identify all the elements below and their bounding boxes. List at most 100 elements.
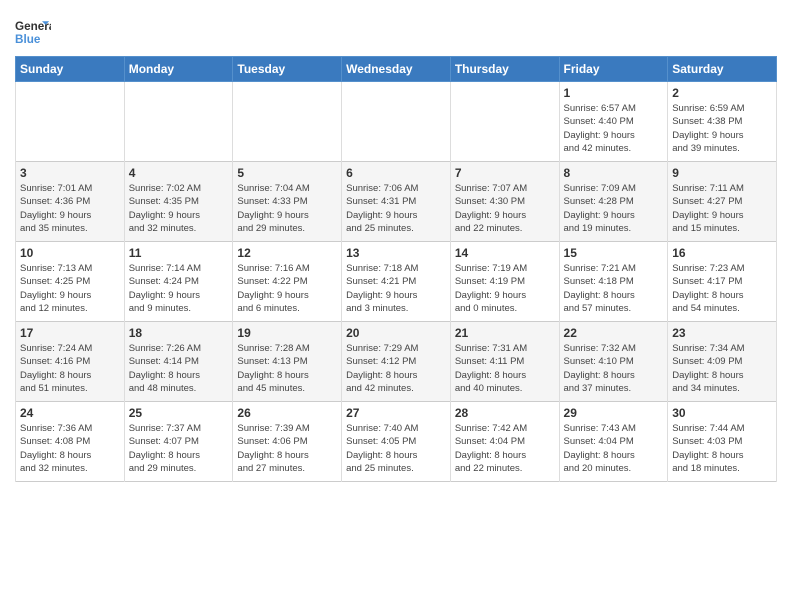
day-cell: 13Sunrise: 7:18 AM Sunset: 4:21 PM Dayli… [342, 242, 451, 322]
day-number: 6 [346, 166, 446, 180]
day-info: Sunrise: 7:40 AM Sunset: 4:05 PM Dayligh… [346, 422, 446, 475]
day-cell: 23 Sunrise: 7:34 AM Sunset: 4:09 PM Dayli… [668, 322, 777, 402]
day-info: Sunrise: 7:36 AM Sunset: 4:08 PM Dayligh… [20, 422, 120, 475]
day-cell: 10 Sunrise: 7:13 AM Sunset: 4:25 PM Dayli… [16, 242, 125, 322]
day-info: Sunrise: 7:19 AM Sunset: 4:19 PM Dayligh… [455, 262, 555, 315]
day-info: Sunrise: 7:43 AM Sunset: 4:04 PM Dayligh… [564, 422, 664, 475]
logo: General Blue [15, 14, 55, 50]
day-number: 3 [20, 166, 120, 180]
calendar-table: SundayMondayTuesdayWednesdayThursdayFrid… [15, 56, 777, 482]
day-number: 25 [129, 406, 229, 420]
day-number: 23 [672, 326, 772, 340]
day-cell: 29 Sunrise: 7:43 AM Sunset: 4:04 PM Dayli… [559, 402, 668, 482]
day-cell [233, 82, 342, 162]
day-cell: 24 Sunrise: 7:36 AM Sunset: 4:08 PM Dayli… [16, 402, 125, 482]
day-info: Sunrise: 7:07 AM Sunset: 4:30 PM Dayligh… [455, 182, 555, 235]
week-row-4: 17Sunrise: 7:24 AM Sunset: 4:16 PM Dayli… [16, 322, 777, 402]
day-info: Sunrise: 7:37 AM Sunset: 4:07 PM Dayligh… [129, 422, 229, 475]
day-cell: 19Sunrise: 7:28 AM Sunset: 4:13 PM Dayli… [233, 322, 342, 402]
day-info: Sunrise: 7:18 AM Sunset: 4:21 PM Dayligh… [346, 262, 446, 315]
day-cell: 8Sunrise: 7:09 AM Sunset: 4:28 PM Daylig… [559, 162, 668, 242]
col-header-tuesday: Tuesday [233, 57, 342, 82]
header: General Blue [15, 10, 777, 50]
day-number: 28 [455, 406, 555, 420]
day-number: 11 [129, 246, 229, 260]
day-cell: 4 Sunrise: 7:02 AM Sunset: 4:35 PM Daylig… [124, 162, 233, 242]
day-cell: 26 Sunrise: 7:39 AM Sunset: 4:06 PM Dayli… [233, 402, 342, 482]
day-number: 16 [672, 246, 772, 260]
day-number: 9 [672, 166, 772, 180]
day-cell: 9Sunrise: 7:11 AM Sunset: 4:27 PM Daylig… [668, 162, 777, 242]
day-number: 8 [564, 166, 664, 180]
day-number: 2 [672, 86, 772, 100]
day-cell: 22 Sunrise: 7:32 AM Sunset: 4:10 PM Dayli… [559, 322, 668, 402]
col-header-thursday: Thursday [450, 57, 559, 82]
day-cell: 7 Sunrise: 7:07 AM Sunset: 4:30 PM Daylig… [450, 162, 559, 242]
col-header-sunday: Sunday [16, 57, 125, 82]
day-cell: 28 Sunrise: 7:42 AM Sunset: 4:04 PM Dayli… [450, 402, 559, 482]
day-info: Sunrise: 7:21 AM Sunset: 4:18 PM Dayligh… [564, 262, 664, 315]
day-number: 21 [455, 326, 555, 340]
day-number: 4 [129, 166, 229, 180]
day-cell: 17Sunrise: 7:24 AM Sunset: 4:16 PM Dayli… [16, 322, 125, 402]
day-cell: 15 Sunrise: 7:21 AM Sunset: 4:18 PM Dayli… [559, 242, 668, 322]
day-number: 29 [564, 406, 664, 420]
day-info: Sunrise: 7:34 AM Sunset: 4:09 PM Dayligh… [672, 342, 772, 395]
day-info: Sunrise: 7:26 AM Sunset: 4:14 PM Dayligh… [129, 342, 229, 395]
day-number: 19 [237, 326, 337, 340]
day-info: Sunrise: 7:32 AM Sunset: 4:10 PM Dayligh… [564, 342, 664, 395]
day-number: 30 [672, 406, 772, 420]
week-row-2: 3Sunrise: 7:01 AM Sunset: 4:36 PM Daylig… [16, 162, 777, 242]
day-cell: 2 Sunrise: 6:59 AM Sunset: 4:38 PM Daylig… [668, 82, 777, 162]
day-info: Sunrise: 7:39 AM Sunset: 4:06 PM Dayligh… [237, 422, 337, 475]
col-header-monday: Monday [124, 57, 233, 82]
day-info: Sunrise: 6:59 AM Sunset: 4:38 PM Dayligh… [672, 102, 772, 155]
day-cell: 25 Sunrise: 7:37 AM Sunset: 4:07 PM Dayli… [124, 402, 233, 482]
day-cell: 16Sunrise: 7:23 AM Sunset: 4:17 PM Dayli… [668, 242, 777, 322]
day-info: Sunrise: 7:14 AM Sunset: 4:24 PM Dayligh… [129, 262, 229, 315]
day-cell: 21Sunrise: 7:31 AM Sunset: 4:11 PM Dayli… [450, 322, 559, 402]
header-row: SundayMondayTuesdayWednesdayThursdayFrid… [16, 57, 777, 82]
day-number: 22 [564, 326, 664, 340]
day-number: 10 [20, 246, 120, 260]
day-cell [450, 82, 559, 162]
day-number: 5 [237, 166, 337, 180]
day-cell [124, 82, 233, 162]
col-header-wednesday: Wednesday [342, 57, 451, 82]
day-cell: 11 Sunrise: 7:14 AM Sunset: 4:24 PM Dayli… [124, 242, 233, 322]
day-cell: 30 Sunrise: 7:44 AM Sunset: 4:03 PM Dayli… [668, 402, 777, 482]
day-info: Sunrise: 7:16 AM Sunset: 4:22 PM Dayligh… [237, 262, 337, 315]
day-number: 26 [237, 406, 337, 420]
col-header-friday: Friday [559, 57, 668, 82]
day-info: Sunrise: 7:06 AM Sunset: 4:31 PM Dayligh… [346, 182, 446, 235]
day-info: Sunrise: 7:02 AM Sunset: 4:35 PM Dayligh… [129, 182, 229, 235]
day-cell: 1Sunrise: 6:57 AM Sunset: 4:40 PM Daylig… [559, 82, 668, 162]
day-info: Sunrise: 7:44 AM Sunset: 4:03 PM Dayligh… [672, 422, 772, 475]
day-info: Sunrise: 7:29 AM Sunset: 4:12 PM Dayligh… [346, 342, 446, 395]
logo-icon: General Blue [15, 14, 51, 50]
day-info: Sunrise: 7:04 AM Sunset: 4:33 PM Dayligh… [237, 182, 337, 235]
week-row-1: 1Sunrise: 6:57 AM Sunset: 4:40 PM Daylig… [16, 82, 777, 162]
day-number: 17 [20, 326, 120, 340]
day-number: 18 [129, 326, 229, 340]
day-cell [342, 82, 451, 162]
day-cell [16, 82, 125, 162]
day-number: 20 [346, 326, 446, 340]
day-cell: 27 Sunrise: 7:40 AM Sunset: 4:05 PM Dayli… [342, 402, 451, 482]
day-info: Sunrise: 6:57 AM Sunset: 4:40 PM Dayligh… [564, 102, 664, 155]
day-cell: 6 Sunrise: 7:06 AM Sunset: 4:31 PM Daylig… [342, 162, 451, 242]
week-row-5: 24 Sunrise: 7:36 AM Sunset: 4:08 PM Dayli… [16, 402, 777, 482]
day-info: Sunrise: 7:13 AM Sunset: 4:25 PM Dayligh… [20, 262, 120, 315]
day-number: 27 [346, 406, 446, 420]
day-number: 24 [20, 406, 120, 420]
page: General Blue SundayMondayTuesdayWednesda… [0, 0, 792, 492]
day-number: 7 [455, 166, 555, 180]
day-cell: 3Sunrise: 7:01 AM Sunset: 4:36 PM Daylig… [16, 162, 125, 242]
day-number: 15 [564, 246, 664, 260]
day-number: 12 [237, 246, 337, 260]
week-row-3: 10 Sunrise: 7:13 AM Sunset: 4:25 PM Dayli… [16, 242, 777, 322]
day-info: Sunrise: 7:42 AM Sunset: 4:04 PM Dayligh… [455, 422, 555, 475]
day-number: 14 [455, 246, 555, 260]
day-cell: 20 Sunrise: 7:29 AM Sunset: 4:12 PM Dayli… [342, 322, 451, 402]
day-cell: 12 Sunrise: 7:16 AM Sunset: 4:22 PM Dayli… [233, 242, 342, 322]
